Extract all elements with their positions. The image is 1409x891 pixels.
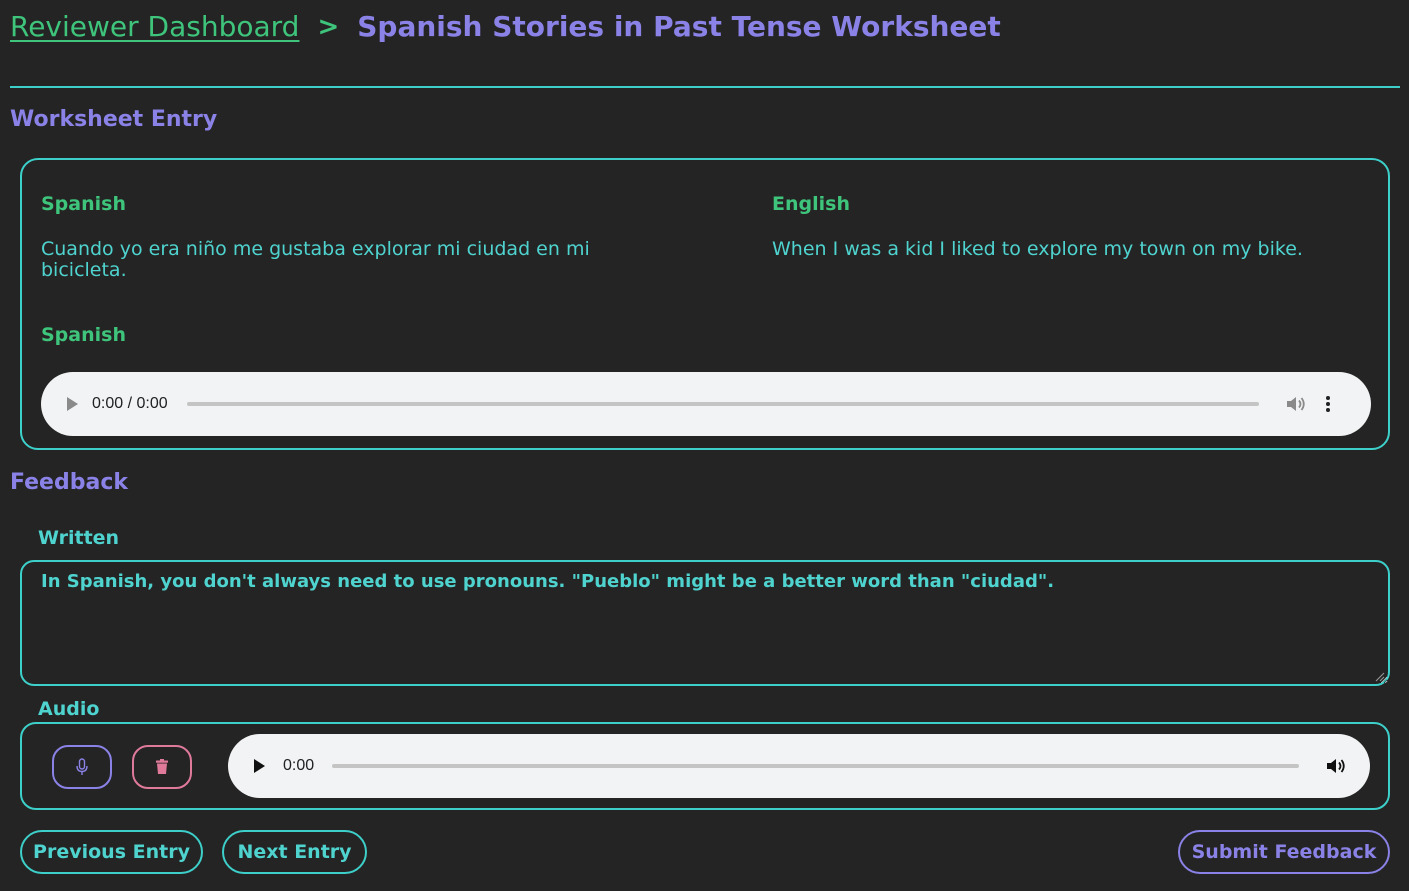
spanish-label: Spanish: [41, 193, 126, 215]
play-icon[interactable]: [67, 397, 78, 411]
submit-feedback-button[interactable]: Submit Feedback: [1178, 830, 1390, 874]
breadcrumb: Reviewer Dashboard > Spanish Stories in …: [10, 8, 1001, 46]
resize-grip-icon[interactable]: [1375, 672, 1385, 682]
audio-feedback-card: 0:00: [20, 722, 1390, 810]
volume-icon[interactable]: [1285, 394, 1307, 414]
microphone-icon: [76, 758, 88, 775]
delete-recording-button[interactable]: [132, 745, 192, 789]
audio-time: 0:00 / 0:00: [92, 395, 168, 412]
written-label: Written: [38, 527, 120, 549]
previous-entry-button[interactable]: Previous Entry: [20, 830, 203, 874]
audio-progress-track[interactable]: [186, 402, 1259, 406]
feedback-heading: Feedback: [10, 470, 128, 495]
breadcrumb-dashboard-link[interactable]: Reviewer Dashboard: [10, 8, 299, 46]
worksheet-entry-heading: Worksheet Entry: [10, 107, 218, 132]
feedback-audio-time: 0:00: [283, 757, 315, 774]
feedback-play-icon[interactable]: [254, 759, 265, 773]
written-feedback-textarea[interactable]: [20, 560, 1390, 686]
worksheet-entry-card: Spanish Cuando yo era niño me gustaba ex…: [20, 158, 1390, 450]
feedback-audio-progress-track[interactable]: [332, 764, 1300, 768]
english-text: When I was a kid I liked to explore my t…: [772, 238, 1303, 260]
breadcrumb-separator: >: [317, 12, 340, 42]
english-label: English: [772, 193, 850, 215]
next-entry-button[interactable]: Next Entry: [222, 830, 367, 874]
spanish-audio-label: Spanish: [41, 324, 126, 346]
feedback-audio-player: 0:00: [228, 734, 1370, 798]
record-button[interactable]: [52, 745, 112, 789]
trash-icon: [156, 759, 168, 774]
spanish-audio-player: 0:00 / 0:00: [41, 372, 1371, 436]
audio-label: Audio: [38, 698, 100, 720]
page-title: Spanish Stories in Past Tense Worksheet: [357, 10, 1001, 43]
header-divider: [10, 86, 1400, 88]
spanish-text: Cuando yo era niño me gustaba explorar m…: [41, 238, 590, 281]
feedback-volume-icon[interactable]: [1325, 756, 1347, 776]
reviewer-page: Reviewer Dashboard > Spanish Stories in …: [0, 0, 1409, 891]
more-vert-icon[interactable]: [1325, 394, 1331, 414]
